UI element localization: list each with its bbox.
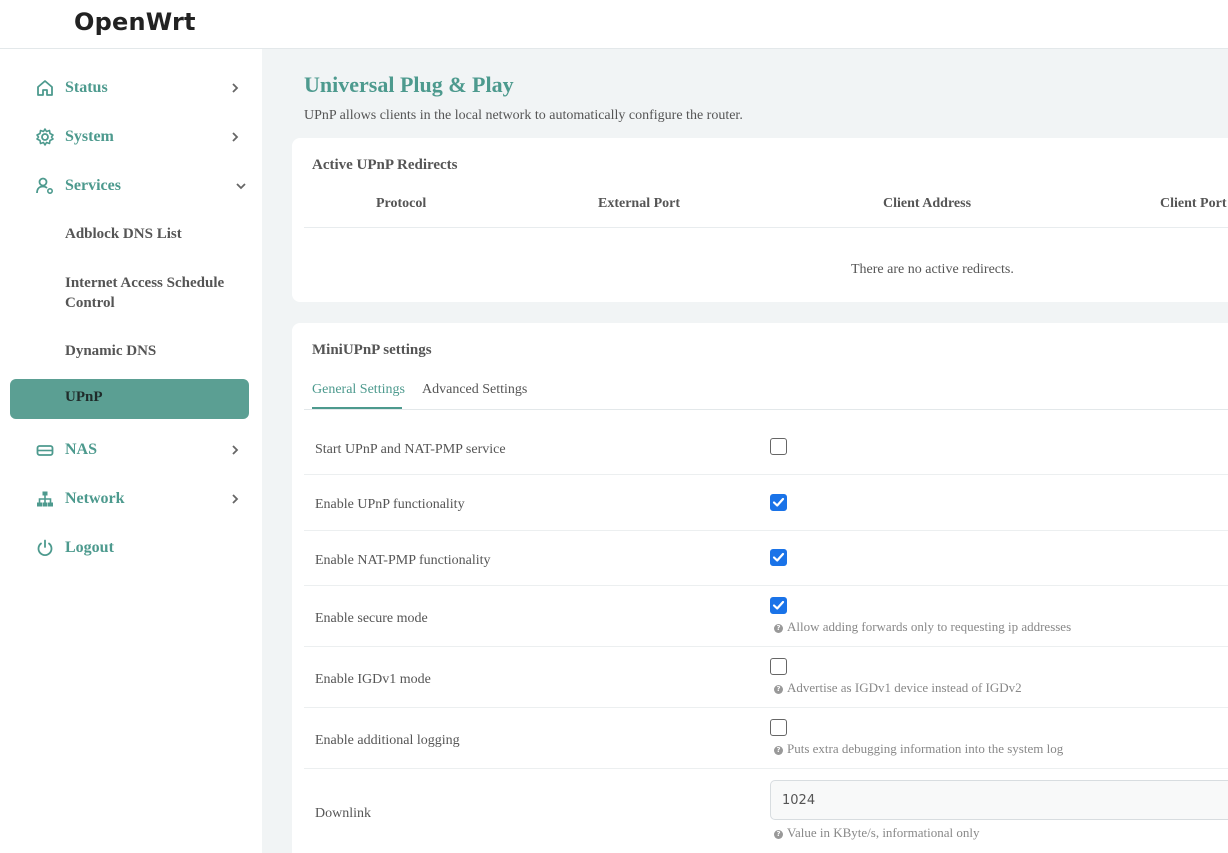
top-bar: OpenWrt bbox=[0, 0, 1228, 49]
settings-card: MiniUPnP settings General Settings Advan… bbox=[292, 323, 1228, 853]
sidebar-item-label: System bbox=[65, 128, 114, 145]
home-icon bbox=[37, 80, 53, 96]
page-title: Universal Plug & Play bbox=[304, 72, 514, 97]
sidebar-subitem-label: UPnP bbox=[65, 389, 103, 405]
setting-hint: ? Puts extra debugging information into t… bbox=[774, 741, 1063, 757]
sidebar-item-label: Network bbox=[65, 490, 125, 507]
table-divider bbox=[304, 227, 1228, 228]
check-icon bbox=[772, 600, 785, 610]
chevron-right-icon bbox=[232, 83, 239, 93]
secure-mode-checkbox[interactable] bbox=[770, 597, 787, 614]
help-icon: ? bbox=[774, 746, 783, 755]
empty-redirects-message: There are no active redirects. bbox=[851, 262, 1014, 277]
column-header-protocol: Protocol bbox=[376, 196, 427, 211]
sidebar-subitem-ddns[interactable]: Dynamic DNS bbox=[65, 341, 245, 361]
gear-icon bbox=[36, 128, 54, 146]
setting-label: Enable NAT-PMP functionality bbox=[315, 553, 491, 568]
sidebar-item-label: Status bbox=[65, 79, 108, 96]
user-services-icon bbox=[36, 177, 54, 195]
sidebar-item-system[interactable]: System bbox=[0, 117, 262, 157]
downlink-input[interactable] bbox=[770, 780, 1228, 820]
sidebar-subitem-schedule[interactable]: Internet Access Schedule Control bbox=[65, 273, 245, 313]
column-header-client-address: Client Address bbox=[883, 196, 972, 211]
sidebar-subitem-upnp[interactable]: UPnP bbox=[10, 379, 249, 419]
tab-advanced-settings[interactable]: Advanced Settings bbox=[422, 382, 527, 398]
row-divider bbox=[304, 768, 1228, 769]
igdv1-mode-checkbox[interactable] bbox=[770, 658, 787, 675]
enable-upnp-checkbox[interactable] bbox=[770, 494, 787, 511]
start-service-checkbox[interactable] bbox=[770, 438, 787, 455]
setting-hint: ? Value in KByte/s, informational only bbox=[774, 825, 979, 841]
sidebar-item-label: Logout bbox=[65, 539, 114, 556]
enable-natpmp-checkbox[interactable] bbox=[770, 549, 787, 566]
chevron-down-icon bbox=[236, 183, 246, 190]
row-divider bbox=[304, 707, 1228, 708]
chevron-right-icon bbox=[232, 132, 239, 142]
help-icon: ? bbox=[774, 685, 783, 694]
sidebar-item-services[interactable]: Services bbox=[0, 166, 262, 206]
row-divider bbox=[304, 474, 1228, 475]
power-icon bbox=[37, 539, 53, 557]
active-tab-indicator bbox=[312, 407, 402, 409]
column-header-external-port: External Port bbox=[598, 196, 681, 211]
help-icon: ? bbox=[774, 830, 783, 839]
setting-hint: ? Advertise as IGDv1 device instead of IG… bbox=[774, 680, 1022, 696]
additional-logging-checkbox[interactable] bbox=[770, 719, 787, 736]
sidebar-subitem-adblock[interactable]: Adblock DNS List bbox=[65, 224, 245, 244]
row-divider bbox=[304, 646, 1228, 647]
setting-label: Enable UPnP functionality bbox=[315, 497, 465, 512]
chevron-right-icon bbox=[232, 445, 239, 455]
tab-general-settings[interactable]: General Settings bbox=[312, 382, 405, 398]
page-description: UPnP allows clients in the local network… bbox=[304, 108, 743, 123]
sidebar-item-logout[interactable]: Logout bbox=[0, 528, 262, 568]
settings-title: MiniUPnP settings bbox=[312, 342, 432, 358]
brand-logo[interactable]: OpenWrt bbox=[74, 8, 196, 36]
check-icon bbox=[772, 552, 785, 562]
hard-drive-icon bbox=[36, 445, 54, 456]
network-icon bbox=[37, 491, 53, 507]
sidebar-item-status[interactable]: Status bbox=[0, 68, 262, 108]
redirects-card: Active UPnP Redirects Protocol External … bbox=[292, 138, 1228, 302]
sidebar-item-network[interactable]: Network bbox=[0, 479, 262, 519]
setting-label: Start UPnP and NAT-PMP service bbox=[315, 442, 506, 457]
setting-label: Enable additional logging bbox=[315, 733, 460, 748]
sidebar-item-nas[interactable]: NAS bbox=[0, 430, 262, 470]
column-header-client-port: Client Port bbox=[1160, 196, 1227, 211]
sidebar-item-label: NAS bbox=[65, 441, 98, 458]
chevron-right-icon bbox=[232, 494, 239, 504]
row-divider bbox=[304, 530, 1228, 531]
help-icon: ? bbox=[774, 624, 783, 633]
redirects-title: Active UPnP Redirects bbox=[312, 157, 458, 173]
sidebar-item-label: Services bbox=[65, 177, 121, 194]
row-divider bbox=[304, 585, 1228, 586]
sidebar: Status System Services Adblock DNS List … bbox=[0, 49, 262, 853]
setting-label: Enable IGDv1 mode bbox=[315, 672, 431, 687]
setting-label: Downlink bbox=[315, 806, 371, 821]
check-icon bbox=[772, 497, 785, 507]
tabs-divider bbox=[304, 409, 1228, 410]
setting-hint: ? Allow adding forwards only to requestin… bbox=[774, 619, 1071, 635]
setting-label: Enable secure mode bbox=[315, 611, 428, 626]
